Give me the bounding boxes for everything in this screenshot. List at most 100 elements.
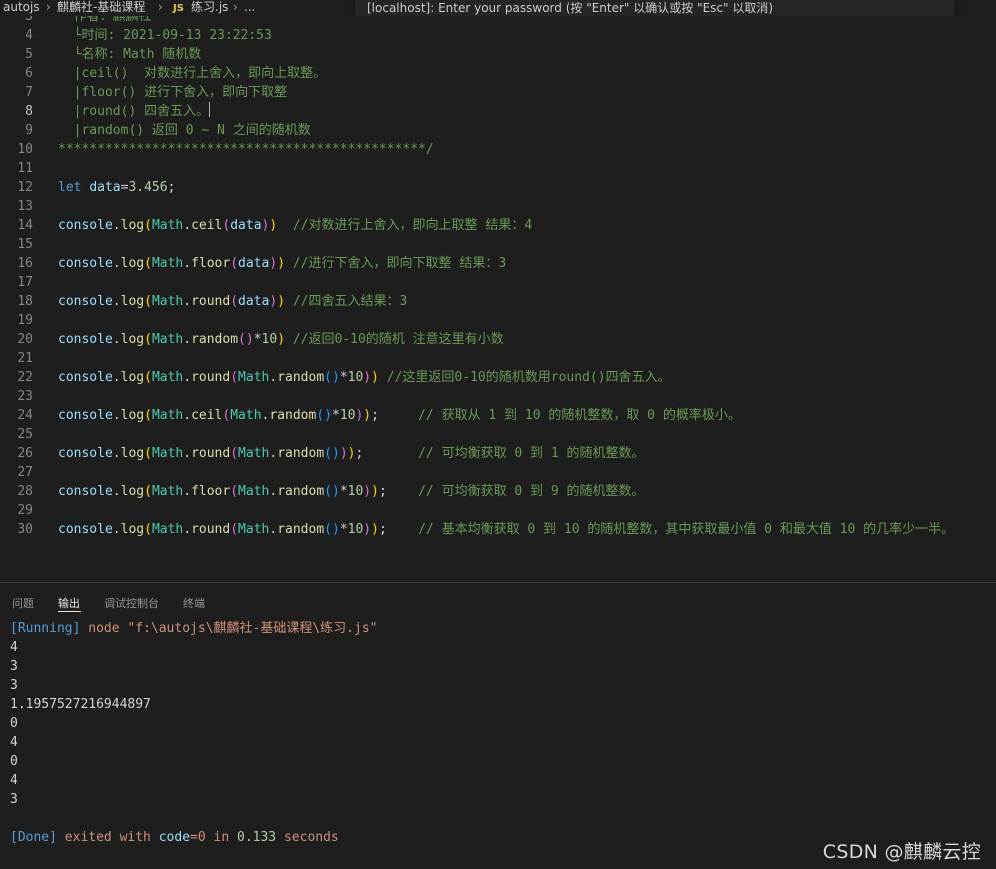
line-number: 14 — [17, 218, 33, 233]
code-line[interactable]: 3 作者：麒麟社 — [0, 16, 996, 26]
code-line[interactable]: 14 console.log(Math.ceil(data)) //对数进行上舍入… — [0, 216, 996, 235]
line-number: 29 — [17, 503, 33, 518]
code-line[interactable]: 23 — [0, 387, 996, 406]
done-code-key: code — [158, 830, 191, 845]
code-line[interactable]: 16 console.log(Math.floor(data)) //进行下舍入，… — [0, 254, 996, 273]
tab-output[interactable]: 输出 — [58, 595, 80, 611]
code-line[interactable]: 18 console.log(Math.round(data)) //四舍五入结果… — [0, 292, 996, 311]
breadcrumb-more[interactable]: ... — [244, 0, 255, 15]
line-number: 27 — [17, 465, 33, 480]
code-text: console.log(Math.round(data)) //四舍五入结果：3 — [58, 294, 408, 309]
chevron-right-icon: › — [158, 0, 163, 14]
line-number: 6 — [25, 66, 33, 81]
line-number: 11 — [17, 161, 33, 176]
code-text: console.log(Math.round(Math.random()*10)… — [58, 522, 955, 537]
line-number: 5 — [25, 47, 33, 62]
code-text: 作者：麒麟社 — [58, 16, 152, 24]
code-line[interactable]: 17 — [0, 273, 996, 292]
line-number: 23 — [17, 389, 33, 404]
code-text: console.log(Math.ceil(data)) //对数进行上舍入，即… — [58, 218, 533, 233]
line-number: 20 — [17, 332, 33, 347]
password-prompt-text: [localhost]: Enter your password (按 "Ent… — [367, 1, 774, 15]
code-text: console.log(Math.round(Math.random()*10)… — [58, 370, 671, 385]
breadcrumb-file[interactable]: 练习.js — [191, 0, 228, 15]
output-line: 4 — [10, 735, 18, 750]
breadcrumb-folder[interactable]: autojs — [3, 0, 40, 15]
code-line[interactable]: 11 — [0, 159, 996, 178]
panel-tabs: 问题 输出 调试控制台 终端 — [0, 583, 996, 618]
active-tab-indicator — [58, 611, 81, 612]
breadcrumb-subfolder[interactable]: 麒麟社-基础课程 — [57, 0, 145, 15]
tab-problems[interactable]: 问题 — [12, 595, 34, 611]
tab-debug-console[interactable]: 调试控制台 — [104, 595, 159, 611]
code-line[interactable]: 13 — [0, 197, 996, 216]
done-tag: [Done] — [10, 830, 57, 845]
code-text: console.log(Math.floor(data)) //进行下舍入，即向… — [58, 256, 507, 271]
line-number: 17 — [17, 275, 33, 290]
done-in: in — [205, 830, 237, 845]
running-cmd: node — [88, 621, 128, 636]
code-line[interactable]: 12 let data=3.456; — [0, 178, 996, 197]
output-done-line: [Done] exited with code=0 in 0.133 secon… — [10, 828, 339, 847]
code-line[interactable]: 6 |ceil() 对数进行上舍入，即向上取整。 — [0, 64, 996, 83]
line-number: 16 — [17, 256, 33, 271]
code-text: console.log(Math.random()*10) //返回0-10的随… — [58, 332, 504, 347]
code-line[interactable]: 22 console.log(Math.round(Math.random()*1… — [0, 368, 996, 387]
done-prefix: exited with — [56, 830, 159, 845]
watermark: CSDN @麒麟云控 — [822, 841, 981, 863]
done-time: 0.133 — [237, 830, 277, 845]
code-line[interactable]: 19 — [0, 311, 996, 330]
code-editor[interactable]: 3 作者：麒麟社 4 └时间: 2021-09-13 23:22:53 5 └名称:… — [0, 16, 996, 582]
code-line[interactable]: 28 console.log(Math.floor(Math.random()*1… — [0, 482, 996, 501]
line-number: 26 — [17, 446, 33, 461]
code-line[interactable]: 8 |round() 四舍五入。 — [0, 102, 996, 121]
output-line: 3 — [10, 792, 18, 807]
code-line[interactable]: 10 **************************************… — [0, 140, 996, 159]
js-file-icon: JS — [173, 3, 184, 14]
output-line: 0 — [10, 754, 18, 769]
code-line[interactable]: 27 — [0, 463, 996, 482]
code-text: console.log(Math.round(Math.random())); … — [58, 446, 645, 461]
line-number: 28 — [17, 484, 33, 499]
output-line: 0 — [10, 716, 18, 731]
code-line[interactable]: 20 console.log(Math.random()*10) //返回0-10… — [0, 330, 996, 349]
output-line: 3 — [10, 659, 18, 674]
code-line[interactable]: 9 |random() 返回 0 ~ N 之间的随机数 — [0, 121, 996, 140]
code-text: |floor() 进行下舍入，即向下取整 — [58, 85, 288, 100]
code-line[interactable]: 25 — [0, 425, 996, 444]
output-line: 3 — [10, 678, 18, 693]
done-code-val: =0 — [190, 830, 206, 845]
password-prompt[interactable]: [localhost]: Enter your password (按 "Ent… — [355, 0, 955, 17]
code-line[interactable]: 7 |floor() 进行下舍入，即向下取整 — [0, 83, 996, 102]
done-unit: seconds — [276, 830, 339, 845]
code-line[interactable]: 29 — [0, 501, 996, 520]
line-number: 18 — [17, 294, 33, 309]
chevron-right-icon: › — [233, 0, 238, 14]
tab-terminal[interactable]: 终端 — [183, 595, 205, 611]
line-number: 10 — [17, 142, 33, 157]
code-line[interactable]: 5 └名称: Math 随机数 — [0, 45, 996, 64]
line-number: 3 — [25, 16, 33, 24]
output-line: 1.1957527216944897 — [10, 697, 151, 712]
line-number: 8 — [25, 104, 33, 119]
code-text: console.log(Math.ceil(Math.random()*10))… — [58, 408, 741, 423]
line-number: 22 — [17, 370, 33, 385]
bottom-panel: 问题 输出 调试控制台 终端 [Running] node "f:\autojs… — [0, 582, 996, 869]
code-text: |round() 四舍五入。 — [58, 102, 211, 119]
code-line[interactable]: 21 — [0, 349, 996, 368]
line-number: 13 — [17, 199, 33, 214]
output-line: 4 — [10, 640, 18, 655]
code-line[interactable]: 15 — [0, 235, 996, 254]
code-text: └时间: 2021-09-13 23:22:53 — [58, 28, 272, 43]
code-text: console.log(Math.floor(Math.random()*10)… — [58, 484, 645, 499]
line-number: 9 — [25, 123, 33, 138]
code-text: |ceil() 对数进行上舍入，即向上取整。 — [58, 66, 327, 81]
line-number: 4 — [25, 28, 33, 43]
code-line[interactable]: 4 └时间: 2021-09-13 23:22:53 — [0, 26, 996, 45]
line-number: 24 — [17, 408, 33, 423]
code-line[interactable]: 30 console.log(Math.round(Math.random()*1… — [0, 520, 996, 539]
text-cursor — [209, 102, 211, 117]
code-line[interactable]: 24 console.log(Math.ceil(Math.random()*10… — [0, 406, 996, 425]
code-line[interactable]: 26 console.log(Math.round(Math.random()))… — [0, 444, 996, 463]
output-line: 4 — [10, 773, 18, 788]
